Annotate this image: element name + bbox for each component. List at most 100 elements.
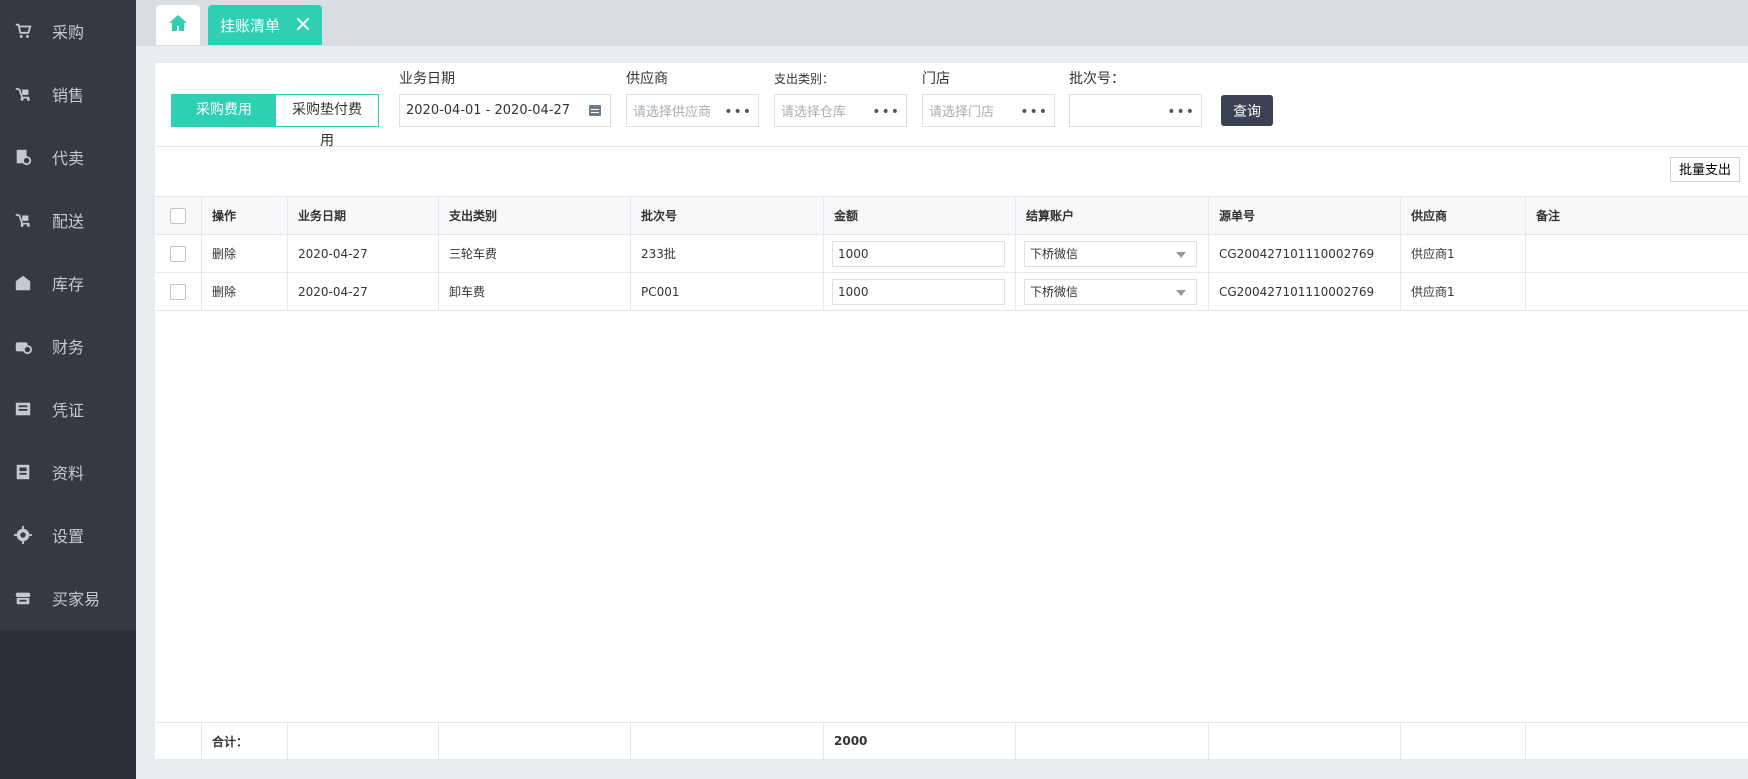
- total-amount: 2000: [824, 723, 1016, 759]
- supplier-filter: 供应商 请选择供应商 •••: [626, 69, 759, 127]
- footer-empty-cell: [1209, 723, 1401, 759]
- sidebar-item-inventory[interactable]: 库存: [0, 252, 136, 315]
- sidebar-item-settings[interactable]: 设置: [0, 504, 136, 567]
- sidebar-item-consign[interactable]: 代卖: [0, 126, 136, 189]
- supplier-placeholder: 请选择供应商: [633, 105, 712, 120]
- date-range-input[interactable]: 2020-04-01 - 2020-04-27: [399, 94, 611, 127]
- main-panel: 采购费用 采购垫付费用 业务日期 2020-04-01 - 2020-04-27…: [155, 63, 1748, 760]
- date-cell: 2020-04-27: [288, 273, 439, 310]
- remark-cell[interactable]: [1526, 273, 1748, 310]
- sidebar-item-label: 凭证: [52, 401, 85, 420]
- batch-pay-button[interactable]: 批量支出: [1669, 157, 1740, 182]
- row-select-cell: [155, 235, 202, 272]
- chevron-down-icon: [1176, 289, 1186, 296]
- supplier-cell: 供应商1: [1401, 235, 1526, 272]
- document-icon: [12, 461, 34, 483]
- header-cell: 源单号: [1209, 197, 1401, 234]
- voucher-icon: [12, 398, 34, 420]
- delivery-icon: [12, 209, 34, 231]
- category-cell: 三轮车费: [439, 235, 631, 272]
- tab-label: 挂账清单: [220, 16, 281, 35]
- delete-link[interactable]: 删除: [202, 235, 288, 272]
- batch-label: 批次号：: [1069, 71, 1125, 87]
- filter-bar: 采购费用 采购垫付费用 业务日期 2020-04-01 - 2020-04-27…: [155, 63, 1748, 149]
- sidebar-item-delivery[interactable]: 配送: [0, 189, 136, 252]
- supplier-select[interactable]: 请选择供应商 •••: [626, 94, 759, 127]
- amount-cell: 1000: [824, 235, 1016, 272]
- tab-ledger-list[interactable]: 挂账清单: [208, 5, 322, 45]
- expense-category-placeholder: 请选择仓库: [781, 105, 847, 120]
- remark-cell[interactable]: [1526, 235, 1748, 272]
- sidebar-item-label: 配送: [52, 212, 85, 231]
- header-cell: 支出类别: [439, 197, 631, 234]
- ledger-table: 操作 业务日期 支出类别 批次号 金额 结算账户 源单号 供应商 备注 删除 2…: [155, 196, 1748, 311]
- more-icon[interactable]: •••: [1167, 104, 1195, 120]
- account-value: 下桥微信: [1030, 247, 1079, 261]
- expense-type-toggle: 采购费用 采购垫付费用: [171, 94, 379, 149]
- row-checkbox[interactable]: [170, 245, 186, 262]
- source-cell: CG200427101110002769: [1209, 235, 1401, 272]
- home-tab[interactable]: [156, 5, 200, 45]
- expense-category-select[interactable]: 请选择仓库 •••: [774, 94, 907, 127]
- batch-cell: 233批: [631, 235, 824, 272]
- footer-empty-cell: [631, 723, 824, 759]
- store-label: 门店: [922, 71, 950, 87]
- account-cell: 下桥微信: [1016, 235, 1209, 272]
- amount-input[interactable]: 1000: [832, 240, 1005, 267]
- query-button[interactable]: 查询: [1221, 95, 1273, 126]
- sidebar-item-purchase[interactable]: 采购: [0, 0, 136, 63]
- delete-link[interactable]: 删除: [202, 273, 288, 310]
- finance-icon: [12, 335, 34, 357]
- account-select[interactable]: 下桥微信: [1024, 278, 1197, 305]
- more-icon[interactable]: •••: [724, 104, 752, 120]
- home-icon: [168, 13, 188, 37]
- header-cell: 结算账户: [1016, 197, 1209, 234]
- store-placeholder: 请选择门店: [929, 105, 995, 120]
- close-icon[interactable]: [294, 15, 312, 33]
- footer-empty-cell: [1401, 723, 1526, 759]
- header-cell: 金额: [824, 197, 1016, 234]
- date-filter: 业务日期 2020-04-01 - 2020-04-27: [399, 69, 611, 127]
- footer-empty-cell: [1526, 723, 1748, 759]
- cart-icon: [12, 20, 34, 42]
- purchase-expense-button[interactable]: 采购费用: [172, 95, 276, 126]
- sidebar-item-data[interactable]: 资料: [0, 441, 136, 504]
- consign-icon: [12, 146, 34, 168]
- more-icon[interactable]: •••: [1020, 104, 1048, 120]
- header-cell: 操作: [202, 197, 288, 234]
- store-icon: [12, 587, 34, 609]
- sidebar-item-label: 销售: [52, 86, 85, 105]
- total-label: 合计：: [202, 723, 288, 759]
- sidebar-item-label: 代卖: [52, 149, 85, 168]
- sidebar-item-voucher[interactable]: 凭证: [0, 378, 136, 441]
- sidebar-item-label: 采购: [52, 23, 85, 42]
- header-cell: 供应商: [1401, 197, 1526, 234]
- sidebar-item-label: 财务: [52, 338, 85, 357]
- trolley-icon: [12, 83, 34, 105]
- more-icon[interactable]: •••: [872, 104, 900, 120]
- select-all-checkbox[interactable]: [170, 207, 186, 224]
- date-label: 业务日期: [399, 71, 455, 87]
- tab-bar: 挂账清单: [136, 0, 1748, 46]
- amount-input[interactable]: 1000: [832, 278, 1005, 305]
- sidebar-item-label: 买家易: [52, 590, 101, 609]
- sidebar: 采购 销售 代卖 配送 库存 财务 凭证 资料 设置 买家易: [0, 0, 136, 779]
- sidebar-item-buyer[interactable]: 买家易: [0, 567, 136, 630]
- expense-category-filter: 支出类别： 请选择仓库 •••: [774, 69, 907, 127]
- table-row: 删除 2020-04-27 三轮车费 233批 1000 下桥微信 CG2004…: [155, 235, 1748, 273]
- warehouse-icon: [12, 272, 34, 294]
- sidebar-item-sales[interactable]: 销售: [0, 63, 136, 126]
- batch-input[interactable]: •••: [1069, 94, 1202, 127]
- sidebar-item-finance[interactable]: 财务: [0, 315, 136, 378]
- purchase-advance-expense-button[interactable]: 采购垫付费用: [276, 95, 378, 149]
- total-row: 合计： 2000: [155, 722, 1748, 760]
- account-select[interactable]: 下桥微信: [1024, 240, 1197, 267]
- table-row: 删除 2020-04-27 卸车费 PC001 1000 下桥微信 CG2004…: [155, 273, 1748, 311]
- store-select[interactable]: 请选择门店 •••: [922, 94, 1055, 127]
- row-checkbox[interactable]: [170, 283, 186, 300]
- delete-link-label: 删除: [212, 247, 237, 261]
- account-value: 下桥微信: [1030, 285, 1079, 299]
- calendar-icon[interactable]: [588, 103, 602, 117]
- footer-empty-cell: [288, 723, 439, 759]
- header-cell: 备注: [1536, 209, 1561, 223]
